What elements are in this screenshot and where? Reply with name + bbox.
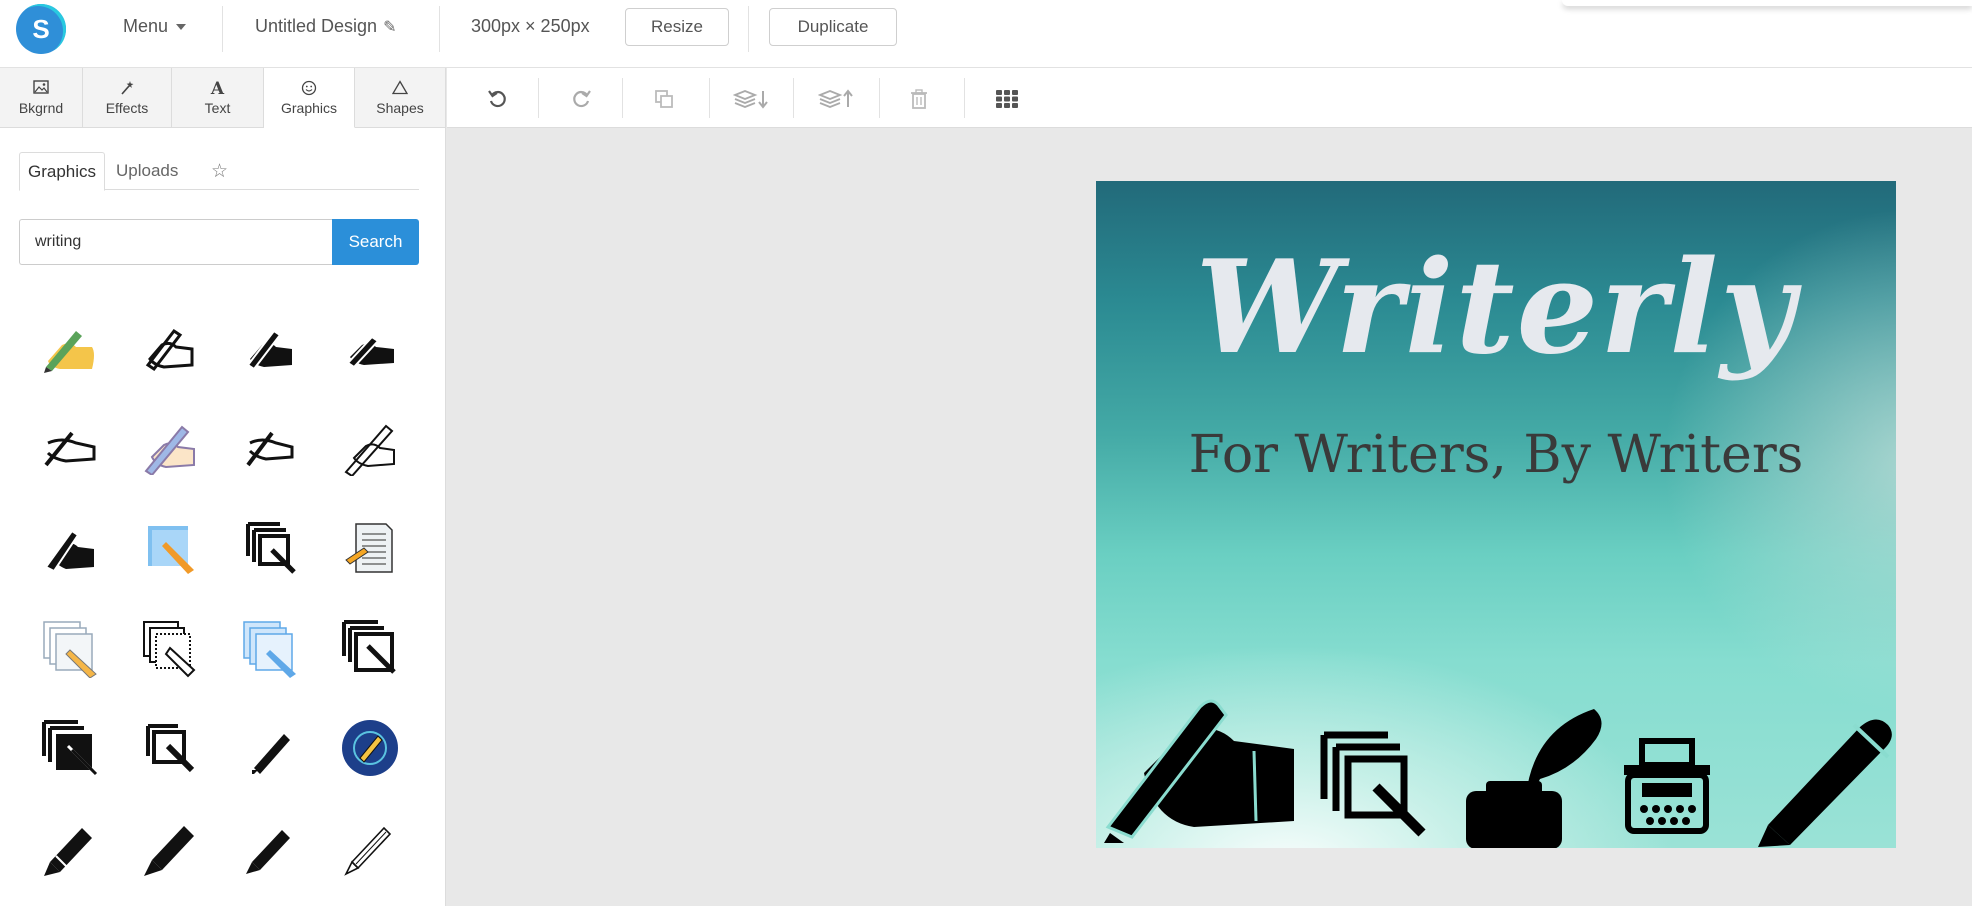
writing-hand-solid-icon[interactable] <box>320 298 420 398</box>
divider <box>222 6 223 52</box>
duplicate-button[interactable]: Duplicate <box>769 8 897 46</box>
copy-edit-icon[interactable] <box>220 498 320 598</box>
caret-down-icon <box>176 24 187 31</box>
search-input[interactable] <box>19 219 333 265</box>
tab-label: Text <box>204 100 231 116</box>
inkwell-quill-icon[interactable] <box>1464 699 1614 848</box>
undo-icon[interactable] <box>481 82 515 116</box>
document-pencil-icon[interactable] <box>320 498 420 598</box>
pages-pencil-outline-icon[interactable] <box>20 598 120 698</box>
logo-letter: S <box>32 13 50 44</box>
edit-toolbar <box>447 68 1972 128</box>
triangle-icon <box>391 80 409 100</box>
layer-down-icon[interactable] <box>730 82 776 116</box>
panel-tabs: Bkgrnd Effects A Text Graphics Shapes <box>0 68 446 128</box>
divider <box>793 78 794 118</box>
canvas-size: 300px × 250px <box>471 16 590 36</box>
subtab-uploads[interactable]: Uploads <box>108 152 186 190</box>
search-button[interactable]: Search <box>332 219 419 265</box>
design-title[interactable]: Untitled Design ✎ <box>255 16 396 37</box>
pencil-bold-icon[interactable] <box>120 798 220 898</box>
blue-circle-pen-icon[interactable] <box>320 698 420 798</box>
redo-icon[interactable] <box>564 82 598 116</box>
resize-button[interactable]: Resize <box>625 8 729 46</box>
blue-note-pencil-icon[interactable] <box>120 498 220 598</box>
design-title-text: Untitled Design <box>255 16 378 36</box>
copy-icon[interactable] <box>647 82 681 116</box>
writing-hand-outline-icon[interactable] <box>120 298 220 398</box>
signing-hand-icon[interactable] <box>20 398 120 498</box>
star-icon[interactable]: ☆ <box>203 152 236 190</box>
divider <box>622 78 623 118</box>
pencil-filled-icon[interactable] <box>20 798 120 898</box>
layer-up-icon[interactable] <box>815 82 861 116</box>
tab-shapes[interactable]: Shapes <box>355 68 446 128</box>
pencil-small-icon[interactable] <box>220 698 320 798</box>
popup-edge <box>1562 0 1972 6</box>
divider <box>439 6 440 52</box>
tab-label: Effects <box>105 100 149 116</box>
writing-hand-color-icon[interactable] <box>20 298 120 398</box>
pencil-outline-icon[interactable] <box>320 798 420 898</box>
divider <box>748 6 749 52</box>
hand-pen-filled-icon[interactable] <box>20 498 120 598</box>
signing-hand-small-icon[interactable] <box>220 398 320 498</box>
text-a-icon: A <box>210 79 225 99</box>
graphics-panel: Graphics Uploads ☆ Search <box>0 128 446 906</box>
divider <box>538 78 539 118</box>
typewriter-icon[interactable] <box>1620 737 1714 842</box>
tab-text[interactable]: A Text <box>172 68 264 128</box>
divider <box>879 78 880 118</box>
top-bar: S Menu Untitled Design ✎ 300px × 250px Re… <box>0 0 1972 68</box>
divider <box>709 78 710 118</box>
hand-pen-outline-icon[interactable] <box>320 398 420 498</box>
pages-pointer-icon[interactable] <box>120 598 220 698</box>
pencil-icon[interactable]: ✎ <box>383 17 396 37</box>
tab-graphics[interactable]: Graphics <box>264 68 355 128</box>
smiley-icon <box>301 80 317 100</box>
pen-icon[interactable] <box>1758 705 1896 848</box>
tab-label: Shapes <box>376 100 424 116</box>
image-icon <box>33 80 49 100</box>
pages-edit-black-icon[interactable] <box>320 598 420 698</box>
menu-label: Menu <box>123 16 169 36</box>
menu-dropdown[interactable]: Menu <box>123 16 187 37</box>
tab-effects[interactable]: Effects <box>83 68 172 128</box>
copy-edit-icon[interactable] <box>1318 729 1428 844</box>
grid-icon[interactable] <box>990 82 1024 116</box>
design-subheadline[interactable]: For Writers, By Writers <box>1096 425 1896 485</box>
graphics-subtabs: Graphics Uploads ☆ <box>19 152 419 191</box>
writing-hand-filled-icon[interactable] <box>220 298 320 398</box>
subtab-graphics[interactable]: Graphics <box>19 152 105 191</box>
pages-edit-solid-icon[interactable] <box>20 698 120 798</box>
divider <box>964 78 965 118</box>
design-headline[interactable]: Writerly <box>1096 233 1896 383</box>
tab-label: Graphics <box>280 99 338 116</box>
pencil-thin-icon[interactable] <box>220 798 320 898</box>
design-canvas[interactable]: Writerly For Writers, By Writers <box>1096 181 1896 848</box>
tab-label: Bkgrnd <box>18 100 64 116</box>
app-logo[interactable]: S <box>16 4 66 54</box>
copy-edit-small-icon[interactable] <box>120 698 220 798</box>
trash-icon[interactable] <box>902 82 936 116</box>
tab-bkgrnd[interactable]: Bkgrnd <box>0 68 83 128</box>
writing-hand-icon[interactable] <box>1104 693 1304 848</box>
blue-pages-pencil-icon[interactable] <box>220 598 320 698</box>
magic-wand-icon <box>119 80 135 100</box>
writing-hand-pen-color-icon[interactable] <box>120 398 220 498</box>
